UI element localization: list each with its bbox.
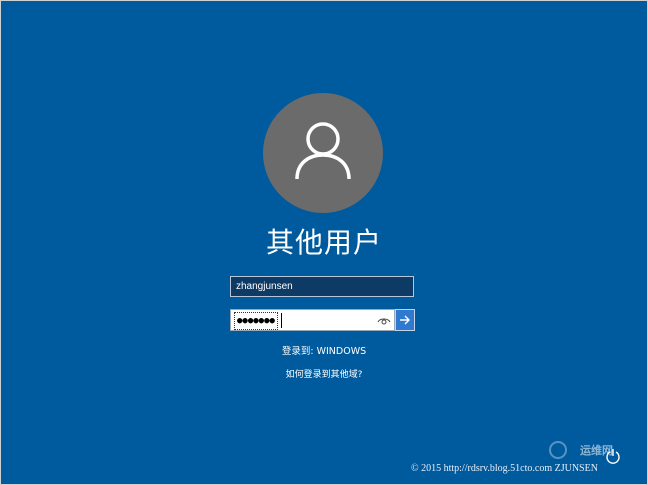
power-icon[interactable]: [605, 448, 621, 464]
other-domain-link[interactable]: 如何登录到其他域?: [1, 367, 647, 380]
watermark-badge-icon: [549, 441, 567, 459]
eye-icon[interactable]: [377, 313, 391, 327]
lock-screen: 其他用户 zhangjunsen ●●●●●●● 登录到: WINDOWS 如何…: [0, 0, 648, 485]
copyright-text: © 2015 http://rdsrv.blog.51cto.com ZJUNS…: [411, 463, 598, 474]
domain-label: 登录到: WINDOWS: [281, 346, 367, 357]
user-icon: [295, 122, 351, 180]
arrow-right-icon: [400, 315, 410, 325]
password-field[interactable]: ●●●●●●●: [230, 309, 395, 331]
text-caret: [281, 313, 282, 328]
username-field[interactable]: zhangjunsen: [230, 276, 414, 297]
user-title: 其他用户: [265, 226, 382, 259]
password-mask: ●●●●●●●: [234, 312, 278, 330]
avatar: [263, 93, 383, 213]
submit-button[interactable]: [395, 309, 415, 331]
